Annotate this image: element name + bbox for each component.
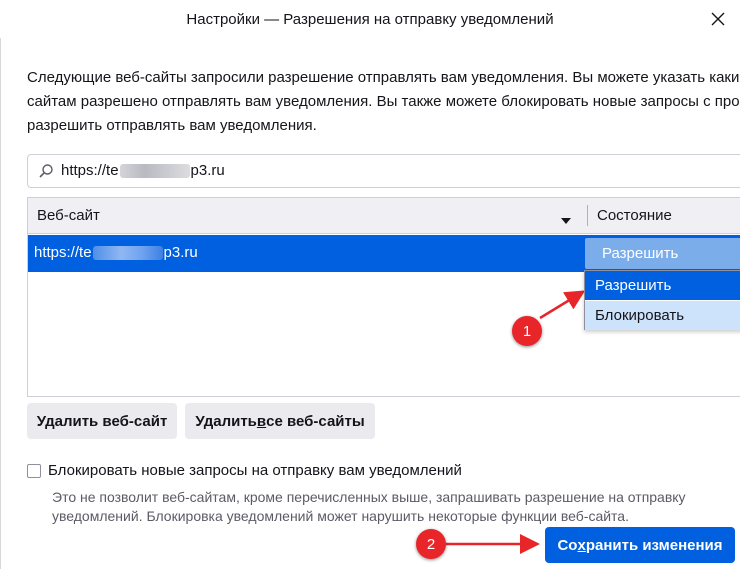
redacted-blur <box>92 246 163 261</box>
title-bar: Настройки — Разрешения на отправку уведо… <box>0 0 740 38</box>
note-line: Это не позволит веб-сайтам, кроме перечи… <box>52 489 686 505</box>
option-allow[interactable]: Разрешить <box>585 271 740 300</box>
status-select[interactable]: Разрешить <box>585 238 740 269</box>
remove-all-sites-button[interactable]: Удалить в се веб-сайты <box>185 403 375 439</box>
block-new-requests-label[interactable]: Блокировать новые запросы на отправку ва… <box>48 462 462 479</box>
site-url: https://te p3.ru <box>34 244 198 261</box>
block-note: Это не позволит веб-сайтам, кроме перечи… <box>52 488 740 528</box>
option-block[interactable]: Блокировать <box>585 301 740 330</box>
sort-down-icon <box>561 211 571 229</box>
description-line: Следующие веб-сайты запросили разрешение… <box>27 69 740 86</box>
table-header: Веб-сайт Состояние <box>28 198 740 234</box>
save-changes-button[interactable]: Со х ранить изменения <box>545 527 735 563</box>
description-text: Следующие веб-сайты запросили разрешение… <box>27 66 740 146</box>
status-dropdown: Разрешить Блокировать <box>584 270 740 330</box>
remove-site-button[interactable]: Удалить веб-сайт <box>27 403 177 439</box>
column-separator[interactable] <box>587 205 588 226</box>
note-line: уведомлений. Блокировка уведомлений може… <box>52 508 629 524</box>
window-border <box>0 38 1 569</box>
redacted-blur <box>119 164 190 179</box>
description-line: разрешить отправлять вам уведомления. <box>27 117 317 134</box>
annotation-badge-2: 2 <box>416 529 446 559</box>
table-row[interactable]: https://te p3.ru Разрешить <box>28 235 740 272</box>
column-header-website[interactable]: Веб-сайт <box>37 207 100 224</box>
column-header-status[interactable]: Состояние <box>597 207 672 224</box>
annotation-badge-1: 1 <box>512 316 542 346</box>
description-line: сайтам разрешено отправлять вам уведомле… <box>27 93 740 110</box>
close-icon[interactable] <box>704 5 732 33</box>
search-input[interactable]: https://te p3.ru <box>27 154 740 188</box>
search-value: https://te p3.ru <box>61 162 225 179</box>
status-select-value: Разрешить <box>602 245 679 262</box>
block-new-requests-checkbox[interactable] <box>27 464 41 478</box>
window-title: Настройки — Разрешения на отправку уведо… <box>186 11 554 28</box>
search-icon <box>38 163 54 184</box>
